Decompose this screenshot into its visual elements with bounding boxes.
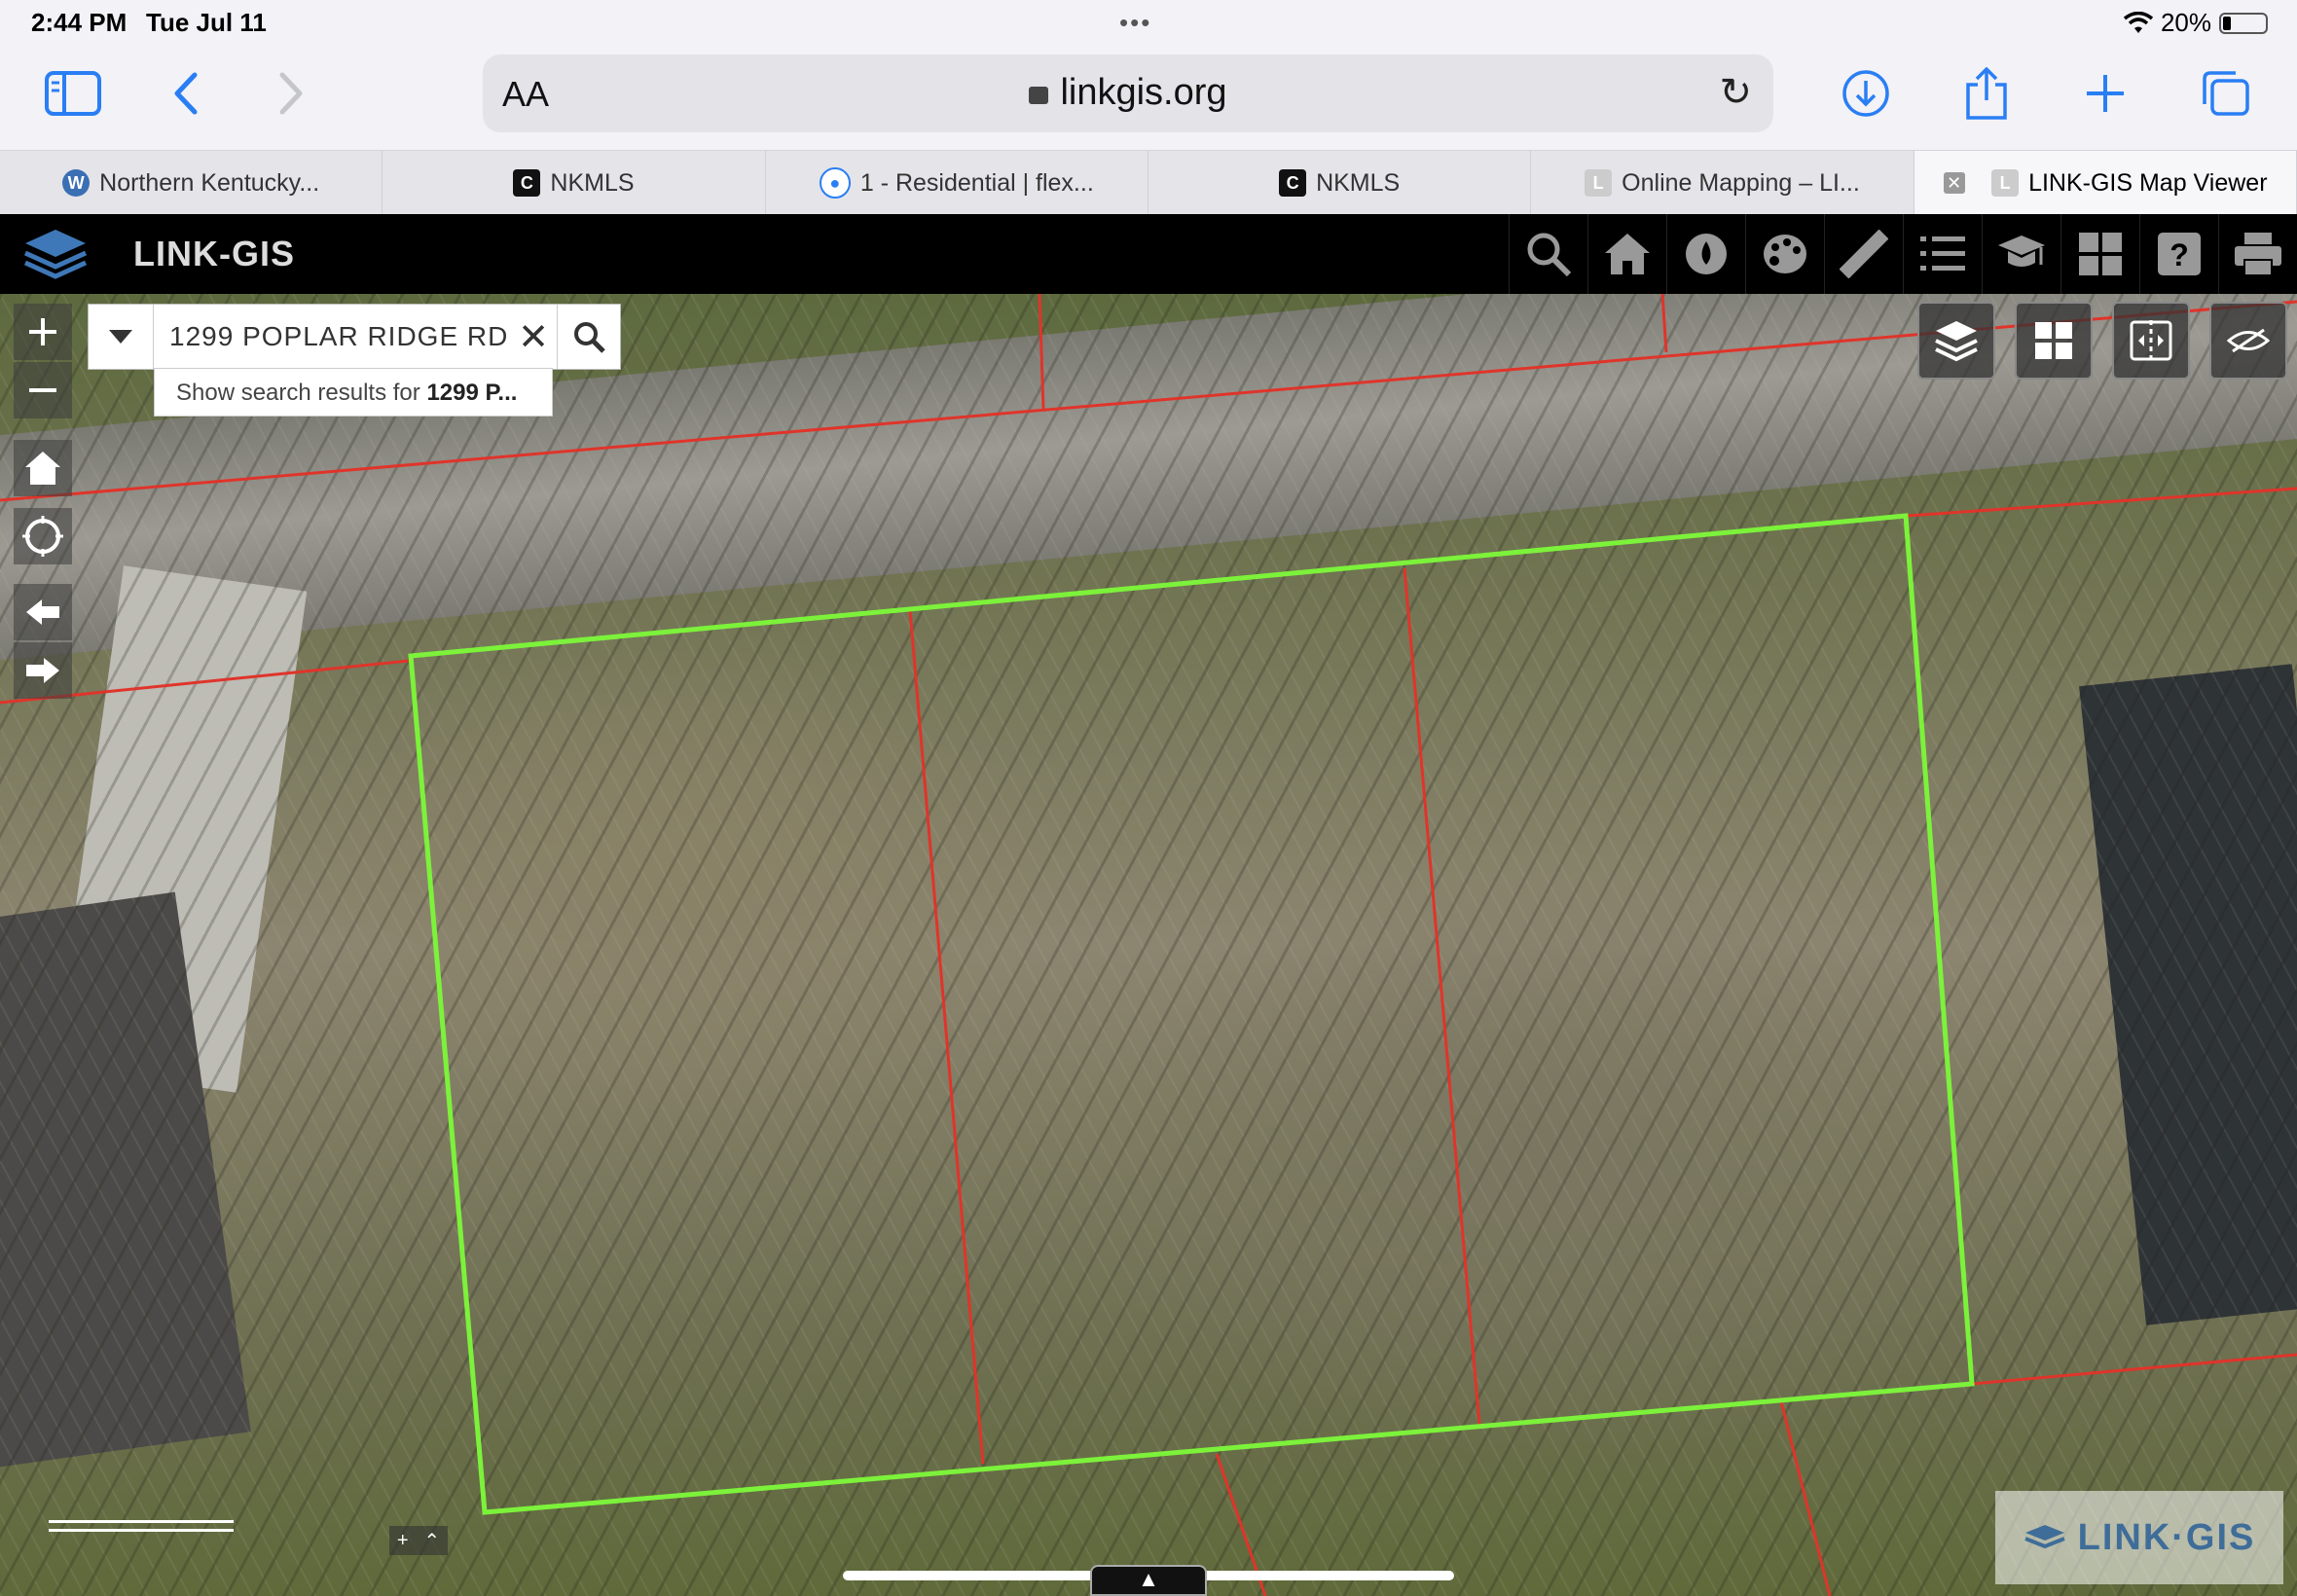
swipe-compare-button[interactable] xyxy=(2112,302,2190,380)
layers-logo-icon[interactable] xyxy=(21,226,90,284)
tab-label: NKMLS xyxy=(550,168,635,197)
parcel-lines xyxy=(0,294,2297,1596)
grid-icon[interactable] xyxy=(2060,214,2139,294)
battery-level xyxy=(2223,16,2232,30)
grid-icon xyxy=(2035,322,2072,359)
tab-nkmls-1[interactable]: C NKMLS xyxy=(383,151,766,215)
share-icon[interactable] xyxy=(1952,64,2021,123)
map-canvas[interactable] xyxy=(0,294,2297,1596)
location-pin-icon: ● xyxy=(819,167,851,199)
selected-parcel-outline[interactable] xyxy=(408,513,1975,1515)
status-right-group: 20% xyxy=(2123,8,2268,38)
watermark-text: LINK·GIS xyxy=(2077,1516,2256,1558)
search-source-dropdown[interactable] xyxy=(89,305,154,369)
gis-header: LINK-GIS ? xyxy=(0,214,2297,294)
parcel-boundary-line xyxy=(1660,294,1668,353)
scale-bar xyxy=(49,1520,234,1532)
graduation-cap-icon[interactable] xyxy=(1982,214,2060,294)
attribution-toggle[interactable]: + ⌃ xyxy=(389,1526,448,1555)
suggestion-prefix: Show search results for xyxy=(176,380,427,406)
parcel-boundary-line xyxy=(908,609,985,1465)
search-suggestion[interactable]: Show search results for 1299 P... xyxy=(154,368,553,417)
crosshair-icon: + xyxy=(396,1529,409,1551)
palette-icon[interactable] xyxy=(1745,214,1824,294)
next-extent-arrow-icon[interactable] xyxy=(14,642,72,699)
parcel-boundary-line xyxy=(1971,1353,2297,1386)
status-time: 2:44 PM xyxy=(31,8,128,37)
layers-logo-icon xyxy=(2024,1525,2065,1549)
c-logo-icon: C xyxy=(1279,169,1307,197)
tab-northern-kentucky[interactable]: W Northern Kentucky... xyxy=(0,151,383,215)
clear-search-icon[interactable]: ✕ xyxy=(510,305,557,369)
ios-status-bar: 2:44 PM Tue Jul 11 ••• 20% xyxy=(0,0,2297,47)
url-text: linkgis.org xyxy=(1060,72,1227,113)
parcel-boundary-line xyxy=(1779,1400,1832,1596)
home-icon[interactable] xyxy=(1587,214,1666,294)
tab-online-mapping[interactable]: L Online Mapping – LI... xyxy=(1531,151,1914,215)
lock-icon xyxy=(1029,87,1049,104)
download-icon[interactable] xyxy=(1832,64,1900,123)
tab-bar: W Northern Kentucky... C NKMLS ● 1 - Res… xyxy=(0,150,2297,215)
l-logo-icon: L xyxy=(1585,169,1613,197)
browser-toolbar: AA linkgis.org ↻ xyxy=(0,47,2297,148)
app-title: LINK-GIS xyxy=(133,234,295,273)
tab-label: Northern Kentucky... xyxy=(99,168,320,197)
battery-percent: 20% xyxy=(2160,8,2211,37)
gis-toolbar: ? xyxy=(1509,214,2297,294)
address-bar[interactable]: AA linkgis.org ↻ xyxy=(483,54,1773,132)
eye-hidden-icon xyxy=(2227,328,2270,353)
tab-label: NKMLS xyxy=(1316,168,1401,197)
wordpress-icon: W xyxy=(62,169,91,197)
wifi-icon xyxy=(2123,11,2153,33)
print-icon[interactable] xyxy=(2218,214,2297,294)
basemap-gallery-button[interactable] xyxy=(2015,302,2093,380)
search-icon[interactable] xyxy=(1509,214,1587,294)
battery-icon xyxy=(2219,12,2268,34)
multitasking-dots-icon[interactable]: ••• xyxy=(1119,8,1151,38)
linkgis-watermark: LINK·GIS xyxy=(1995,1491,2283,1584)
parcel-boundary-line xyxy=(1403,567,1481,1426)
new-tab-icon[interactable] xyxy=(2071,64,2139,123)
layers-icon xyxy=(1935,321,1978,362)
status-date: Tue Jul 11 xyxy=(146,8,267,37)
search-submit-icon[interactable] xyxy=(557,305,620,369)
tab-overview-icon[interactable] xyxy=(2192,64,2260,123)
list-icon[interactable] xyxy=(1903,214,1982,294)
help-icon[interactable]: ? xyxy=(2139,214,2218,294)
tab-label: 1 - Residential | flex... xyxy=(859,168,1094,197)
water-drop-icon[interactable] xyxy=(1666,214,1745,294)
caret-down-icon xyxy=(109,330,132,344)
svg-text:?: ? xyxy=(2169,237,2189,272)
previous-extent-arrow-icon[interactable] xyxy=(14,584,72,640)
ruler-icon[interactable] xyxy=(1824,214,1903,294)
locate-icon[interactable] xyxy=(14,508,72,564)
suggestion-query: 1299 P... xyxy=(426,380,518,406)
c-logo-icon: C xyxy=(513,169,541,197)
tab-label: LINK-GIS Map Viewer xyxy=(2028,168,2268,197)
sidebar-toggle-icon[interactable] xyxy=(39,64,107,123)
l-logo-icon: L xyxy=(1991,169,2020,197)
parcel-boundary-line xyxy=(1907,487,2297,518)
swipe-icon xyxy=(2130,320,2172,361)
tab-nkmls-2[interactable]: C NKMLS xyxy=(1148,151,1532,215)
chevron-up-icon: ⌃ xyxy=(423,1530,441,1552)
tab-linkgis-map-viewer[interactable]: ✕ L LINK-GIS Map Viewer xyxy=(1914,151,2297,215)
tab-close-icon[interactable]: ✕ xyxy=(1943,172,1965,194)
default-extent-home-icon[interactable] xyxy=(14,440,72,496)
zoom-in-button[interactable] xyxy=(14,304,72,360)
reload-icon[interactable]: ↻ xyxy=(1719,70,1752,115)
tab-label: Online Mapping – LI... xyxy=(1622,168,1860,197)
back-icon[interactable] xyxy=(152,64,220,123)
tab-residential-flex[interactable]: ● 1 - Residential | flex... xyxy=(766,151,1148,215)
forward-icon[interactable] xyxy=(257,64,325,123)
parcel-boundary-line xyxy=(1038,294,1045,410)
url-display[interactable]: linkgis.org xyxy=(483,72,1773,114)
search-widget: ✕ xyxy=(88,304,621,370)
search-input[interactable] xyxy=(154,305,510,369)
chevron-up-icon[interactable]: ▲ xyxy=(1090,1565,1207,1596)
visibility-toggle-button[interactable] xyxy=(2209,302,2287,380)
zoom-out-button[interactable] xyxy=(14,362,72,418)
layer-list-button[interactable] xyxy=(1917,302,1995,380)
